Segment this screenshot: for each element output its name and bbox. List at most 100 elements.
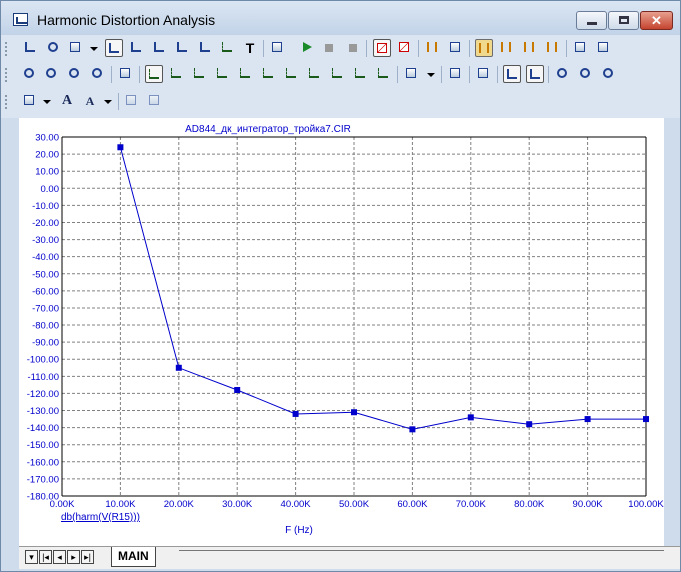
- toolbar-separator: [469, 66, 470, 83]
- cursor-peak-icon[interactable]: [191, 65, 209, 83]
- pointer-icon[interactable]: [22, 39, 40, 57]
- title-bar[interactable]: Harmonic Distortion Analysis ✕: [1, 1, 680, 35]
- tab-main[interactable]: MAIN: [111, 547, 156, 567]
- cursor-left-icon[interactable]: [21, 65, 39, 83]
- cursor-valley-icon[interactable]: [214, 65, 232, 83]
- toolbar-grip[interactable]: [5, 68, 10, 82]
- toolbar-separator: [111, 66, 112, 83]
- plot-svg[interactable]: 30.00 20.00 10.00 0.00 -10.00 -20.00 -30.00 -40…: [19, 118, 665, 546]
- x-tick-label: 70.00K: [456, 499, 487, 510]
- fit-vertical-button[interactable]: [503, 65, 521, 83]
- cursor-settings-icon[interactable]: [117, 65, 135, 83]
- plot-area[interactable]: 30.00 20.00 10.00 0.00 -10.00 -20.00 -30.00 -40…: [19, 118, 664, 546]
- cursor-global-high-icon[interactable]: [306, 65, 324, 83]
- maximize-button[interactable]: [608, 11, 639, 30]
- tab-end-button[interactable]: ▸|: [81, 550, 94, 564]
- layout-single-icon[interactable]: [424, 39, 442, 57]
- cascade-icon[interactable]: [521, 39, 539, 57]
- grid-style-dropdown-icon[interactable]: [43, 100, 51, 104]
- data-point: [117, 144, 124, 151]
- cursor-right-icon[interactable]: [43, 65, 61, 83]
- arrange-icon[interactable]: [544, 39, 562, 57]
- y-tick-label: -30.00: [32, 235, 59, 246]
- split-horizontal-icon[interactable]: [572, 39, 590, 57]
- bring-front-icon[interactable]: [123, 92, 141, 110]
- x-tick-label: 60.00K: [397, 499, 428, 510]
- peak-button[interactable]: [373, 39, 391, 57]
- tab-scroll-track[interactable]: [179, 550, 664, 553]
- cursor-mode-prev-icon[interactable]: [168, 65, 186, 83]
- tab-first-button[interactable]: ▾: [25, 550, 38, 564]
- minimize-button[interactable]: [576, 11, 607, 30]
- cursor-both-icon[interactable]: [66, 65, 84, 83]
- copy-dropdown-icon[interactable]: [90, 47, 98, 51]
- tab-next-button[interactable]: ▸: [67, 550, 80, 564]
- properties-icon[interactable]: [269, 39, 287, 57]
- x-tick-label: 20.00K: [164, 499, 195, 510]
- cursor-global-low-icon[interactable]: [329, 65, 347, 83]
- trace-label[interactable]: db(harm(V(R15))): [61, 512, 140, 523]
- cursor-high-icon[interactable]: [237, 65, 255, 83]
- restore-scale-icon[interactable]: [151, 39, 169, 57]
- close-button[interactable]: ✕: [640, 11, 673, 30]
- tile-horizontal-icon[interactable]: [498, 39, 516, 57]
- cursor-mode-next-button[interactable]: [145, 65, 163, 83]
- cursor-inflection-icon[interactable]: [283, 65, 301, 83]
- auto-scale-icon[interactable]: [128, 39, 146, 57]
- next-icon: ▸: [71, 552, 76, 562]
- series-layer: [117, 144, 649, 433]
- toolbar-grip[interactable]: [5, 95, 10, 109]
- y-tick-label: -130.00: [27, 406, 59, 417]
- numeric-output-icon[interactable]: [447, 65, 465, 83]
- cursor-low-icon[interactable]: [260, 65, 278, 83]
- clipboard-dropdown-icon[interactable]: [427, 73, 435, 77]
- data-point: [643, 416, 649, 423]
- end-icon: ▸|: [84, 552, 91, 562]
- font-size-dropdown-icon[interactable]: [104, 100, 112, 104]
- cursor-top-icon[interactable]: [352, 65, 370, 83]
- text-tool-icon: T: [245, 40, 255, 56]
- toolbar-row-1: T: [1, 35, 680, 61]
- fit-horizontal-button[interactable]: [526, 65, 544, 83]
- valley-icon[interactable]: [396, 39, 414, 57]
- toolbar-separator: [418, 40, 419, 57]
- grid-style-icon[interactable]: [21, 92, 39, 110]
- tab-begin-button[interactable]: |◂: [39, 550, 52, 564]
- toolbar-grip[interactable]: [5, 42, 10, 56]
- copy-icon[interactable]: [67, 39, 85, 57]
- numeric-table-icon[interactable]: [475, 65, 493, 83]
- tile-vertical-button[interactable]: [475, 39, 493, 57]
- font-size-button[interactable]: A: [81, 92, 99, 110]
- prev-icon: ◂: [57, 552, 62, 562]
- data-point: [351, 409, 357, 416]
- function-icon[interactable]: [219, 39, 237, 57]
- y-tick-label: 30.00: [35, 133, 59, 144]
- toolbar-separator: [139, 66, 140, 83]
- send-back-icon[interactable]: [146, 92, 164, 110]
- zoom-fit-icon[interactable]: [600, 65, 618, 83]
- scale-x-icon[interactable]: [174, 39, 192, 57]
- zoom-out-icon[interactable]: [577, 65, 595, 83]
- cursor-clear-icon[interactable]: [89, 65, 107, 83]
- font-button[interactable]: A: [58, 92, 76, 110]
- font-icon: A: [61, 93, 73, 108]
- scale-mode-button[interactable]: [105, 39, 123, 57]
- font-size-icon: A: [85, 94, 95, 108]
- toolbar-row-2: [1, 61, 680, 88]
- y-tick-label: 20.00: [35, 150, 59, 161]
- scale-y-icon[interactable]: [197, 39, 215, 57]
- tab-prev-button[interactable]: ◂: [53, 550, 66, 564]
- stop-icon[interactable]: [320, 39, 338, 57]
- run-icon[interactable]: [298, 39, 316, 57]
- clipboard-icon[interactable]: [403, 65, 421, 83]
- zoom-in-icon[interactable]: [554, 65, 572, 83]
- pan-hand-icon[interactable]: [45, 39, 63, 57]
- pause-icon[interactable]: [344, 39, 362, 57]
- y-tick-label: -160.00: [27, 457, 59, 468]
- split-quad-icon[interactable]: [595, 39, 613, 57]
- layout-grid-icon[interactable]: [447, 39, 465, 57]
- cursor-bottom-icon[interactable]: [375, 65, 393, 83]
- y-tick-label: -80.00: [32, 321, 59, 332]
- text-tool-button[interactable]: T: [241, 39, 259, 57]
- toolbar-separator: [469, 40, 470, 57]
